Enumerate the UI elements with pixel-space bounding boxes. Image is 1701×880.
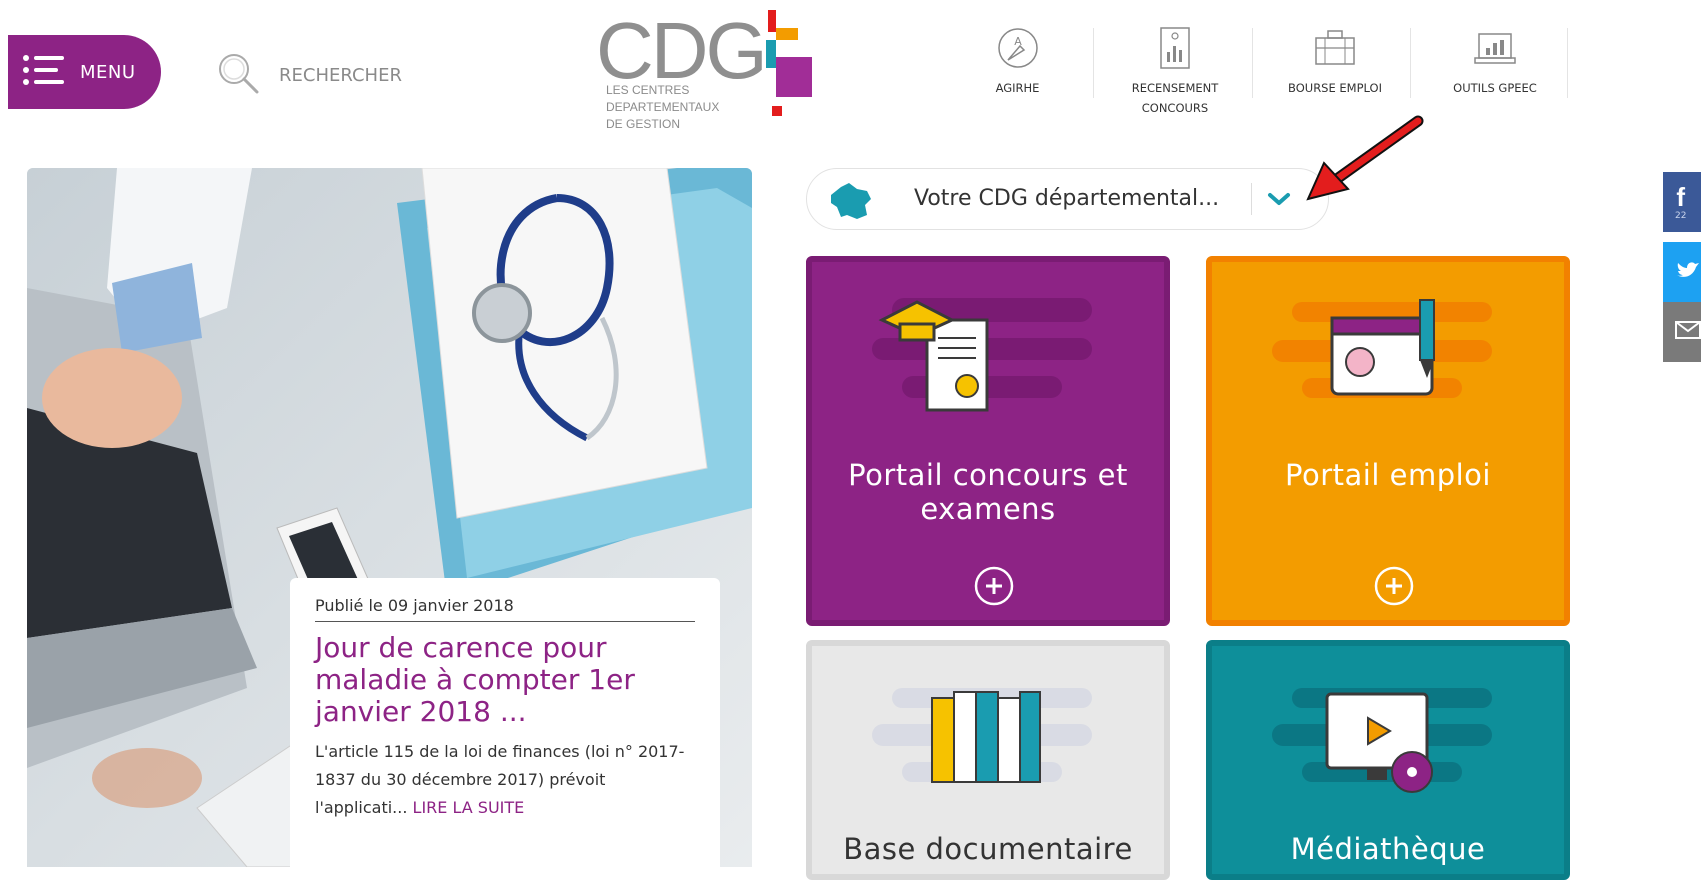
tile-base-documentaire[interactable]: Base documentaire bbox=[806, 640, 1170, 880]
menu-button[interactable]: MENU bbox=[8, 35, 161, 109]
tile-portail-emploi[interactable]: Portail emploi bbox=[1206, 256, 1570, 626]
tile-mediatheque[interactable]: Médiathèque bbox=[1206, 640, 1570, 880]
graduation-diploma-icon bbox=[872, 290, 1112, 424]
divider bbox=[1093, 28, 1094, 98]
tile-portail-concours[interactable]: Portail concours et examens bbox=[806, 256, 1170, 626]
news-card[interactable]: Publié le 09 janvier 2018 Jour de carenc… bbox=[290, 578, 720, 867]
books-icon bbox=[872, 674, 1112, 808]
twitter-share-button[interactable] bbox=[1663, 242, 1701, 302]
search-button[interactable]: RECHERCHER bbox=[215, 50, 402, 101]
facebook-share-button[interactable]: f 22 bbox=[1663, 172, 1701, 232]
tile-label: Médiathèque bbox=[1290, 832, 1486, 866]
divider bbox=[1251, 183, 1252, 215]
tile-label: Portail concours et examens bbox=[848, 458, 1128, 526]
divider bbox=[1252, 28, 1253, 98]
logo-subtitle: LES CENTRES DEPARTEMENTAUX DE GESTION bbox=[606, 83, 720, 131]
news-date: Publié le 09 janvier 2018 bbox=[315, 596, 695, 622]
video-monitor-icon bbox=[1272, 674, 1512, 808]
quick-link-outils-gpeec[interactable]: OUTILS GPEEC bbox=[1425, 20, 1565, 126]
tile-label: Base documentaire bbox=[843, 832, 1133, 866]
annotation-arrow-icon bbox=[1300, 115, 1430, 209]
report-icon bbox=[1153, 26, 1197, 70]
laptop-chart-icon bbox=[1473, 26, 1517, 70]
menu-label: MENU bbox=[80, 61, 136, 83]
facebook-icon: f bbox=[1676, 182, 1686, 212]
read-more-link[interactable]: LIRE LA SUITE bbox=[413, 798, 525, 817]
search-label: RECHERCHER bbox=[279, 65, 402, 86]
dept-selector[interactable]: Votre CDG départemental... bbox=[806, 168, 1329, 230]
twitter-icon bbox=[1675, 259, 1701, 285]
chevron-down-icon[interactable] bbox=[1266, 189, 1292, 213]
quick-link-agirhe[interactable]: A AGIRHE bbox=[955, 20, 1080, 126]
news-excerpt: L'article 115 de la loi de finances (loi… bbox=[315, 742, 685, 817]
email-share-button[interactable] bbox=[1663, 302, 1701, 362]
facebook-count: 22 bbox=[1675, 211, 1687, 221]
dept-selector-text: Votre CDG départemental... bbox=[914, 186, 1220, 211]
quick-link-bourse-emploi[interactable]: BOURSE EMPLOI bbox=[1255, 20, 1415, 126]
briefcase-icon bbox=[1313, 26, 1357, 70]
compass-icon: A bbox=[996, 26, 1040, 70]
profile-pen-icon bbox=[1272, 290, 1512, 424]
news-title[interactable]: Jour de carence pour maladie à compter 1… bbox=[315, 632, 695, 728]
tile-label: Portail emploi bbox=[1285, 458, 1491, 492]
plus-icon[interactable] bbox=[974, 566, 1014, 606]
divider bbox=[1410, 28, 1411, 98]
plus-icon[interactable] bbox=[1374, 566, 1414, 606]
quick-link-recensement[interactable]: RECENSEMENT CONCOURS bbox=[1110, 20, 1240, 126]
france-map-icon bbox=[827, 181, 875, 225]
divider bbox=[1567, 28, 1568, 98]
mail-icon bbox=[1675, 320, 1701, 344]
search-icon bbox=[215, 50, 261, 101]
hamburger-icon bbox=[22, 54, 66, 90]
